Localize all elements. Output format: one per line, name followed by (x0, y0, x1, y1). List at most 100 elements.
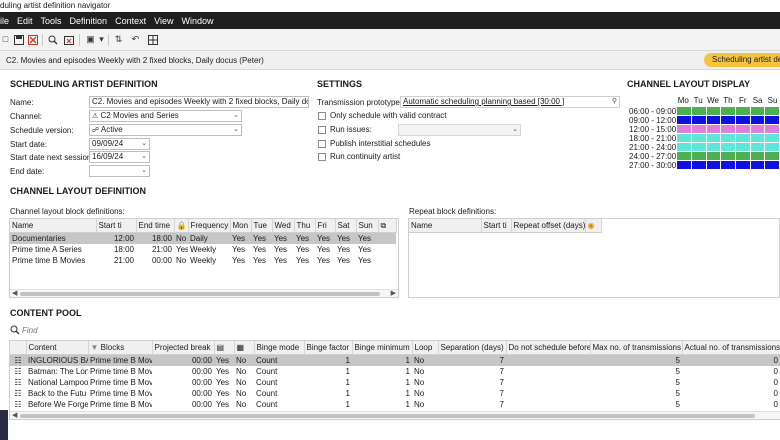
palette-icon[interactable]: ◉ (585, 219, 602, 233)
calendar-delete-icon[interactable] (63, 34, 74, 45)
layout-cell[interactable] (749, 151, 766, 161)
version-select[interactable]: ☍ Active ⌄ (89, 124, 242, 136)
layout-cell[interactable] (749, 115, 766, 125)
layout-cell[interactable] (764, 106, 780, 116)
run-issues-checkbox[interactable] (318, 126, 326, 134)
col-blocks[interactable]: ▼ Blocks (88, 341, 153, 355)
search-icon[interactable]: ⚲ (612, 97, 617, 107)
col-loop[interactable]: Loop (412, 341, 439, 355)
table-row[interactable]: ☷ National Lampoo Prime time B Mov 00:00 Yes… (10, 377, 780, 388)
layout-cell[interactable] (720, 115, 736, 125)
layout-cell[interactable] (734, 115, 751, 125)
layout-cell[interactable] (690, 142, 707, 152)
layout-cell[interactable] (676, 151, 692, 161)
start-date-field[interactable]: 09/09/24 ⌄ (89, 138, 150, 150)
search-icon[interactable] (47, 34, 58, 45)
layout-cell[interactable] (705, 115, 722, 125)
layout-cell[interactable] (690, 115, 707, 125)
col-thu[interactable]: Thu (294, 219, 316, 233)
publish-interstitial-checkbox[interactable] (318, 140, 326, 148)
layout-cell[interactable] (690, 151, 707, 161)
col-separation[interactable]: Separation (days) (438, 341, 507, 355)
col-name[interactable]: Name (10, 219, 97, 233)
delete-icon[interactable] (27, 34, 38, 45)
layout-cell[interactable] (734, 124, 751, 134)
layout-cell[interactable] (705, 124, 722, 134)
layout-cell[interactable] (734, 151, 751, 161)
sort-icon[interactable]: ⇅ (113, 34, 124, 45)
layout-cell[interactable] (734, 133, 751, 143)
col-binge-factor[interactable]: Binge factor (304, 341, 353, 355)
layout-cell[interactable] (705, 133, 722, 143)
col-binge-mode[interactable]: Binge mode (254, 341, 305, 355)
col-binge-minimum[interactable]: Binge minimum (352, 341, 413, 355)
layout-cell[interactable] (690, 106, 707, 116)
col-do-not-schedule[interactable]: Do not schedule before (506, 341, 591, 355)
table-row[interactable]: ☷ Back to the Futu Prime time B Mov 00:00 Ye… (10, 388, 780, 399)
menu-window[interactable]: Window (181, 16, 213, 26)
menu-context[interactable]: Context (115, 16, 146, 26)
document-icon[interactable]: ▣ (85, 34, 96, 45)
layout-cell[interactable] (720, 142, 736, 152)
layout-cell[interactable] (705, 142, 722, 152)
col-lock[interactable]: 🔒 (174, 219, 189, 233)
layout-cell[interactable] (720, 124, 736, 134)
find-input[interactable] (22, 325, 222, 336)
menu-tools[interactable]: Tools (41, 16, 62, 26)
undo-icon[interactable]: ↶ (130, 34, 141, 45)
menu-definition[interactable]: Definition (70, 16, 108, 26)
layout-cell[interactable] (705, 106, 722, 116)
run-issues-select[interactable]: ⌄ (398, 124, 521, 136)
layout-cell[interactable] (705, 160, 722, 170)
transmission-prototype-link[interactable]: Automatic scheduling planning based [30:… (403, 97, 564, 106)
layout-cell[interactable] (749, 142, 766, 152)
col-max-transmissions[interactable]: Max no. of transmissions (590, 341, 683, 355)
col-wed[interactable]: Wed (272, 219, 295, 233)
horizontal-scrollbar[interactable]: ◀ (10, 411, 780, 419)
col-content[interactable]: Content (26, 341, 89, 355)
col-projected-break[interactable]: Projected break (152, 341, 215, 355)
layout-cell[interactable] (690, 160, 707, 170)
layout-cell[interactable] (705, 151, 722, 161)
table-row[interactable]: Prime time B Movies 21:00 00:00 No Weekly Yes… (10, 255, 396, 266)
layout-cell[interactable] (690, 124, 707, 134)
col-fri[interactable]: Fri (315, 219, 336, 233)
layout-cell[interactable] (720, 133, 736, 143)
layout-cell[interactable] (734, 142, 751, 152)
table-row[interactable]: ☷ INGLORIOUS BA Prime time B Mov 00:00 Yes No… (10, 354, 780, 366)
layout-cell[interactable] (749, 106, 766, 116)
col-sat[interactable]: Sat (335, 219, 357, 233)
col-frequency[interactable]: Frequency (188, 219, 231, 233)
layout-cell[interactable] (749, 160, 766, 170)
chevron-down-icon[interactable]: ▾ (96, 34, 107, 45)
layout-cell[interactable] (720, 106, 736, 116)
layout-cell[interactable] (764, 142, 780, 152)
col-repeat-start[interactable]: Start ti (481, 219, 512, 233)
layout-cell[interactable] (676, 160, 692, 170)
layout-cell[interactable] (676, 106, 692, 116)
valid-contract-checkbox[interactable] (318, 112, 326, 120)
open-icon[interactable]: □ (0, 34, 11, 45)
col-end[interactable]: End time (136, 219, 175, 233)
layout-cell[interactable] (676, 133, 692, 143)
next-session-field[interactable]: 16/09/24 ⌄ (89, 151, 150, 163)
layout-cell[interactable] (764, 115, 780, 125)
transmission-prototype-field[interactable]: Automatic scheduling planning based [30:… (400, 96, 620, 108)
layout-cell[interactable] (690, 133, 707, 143)
layout-cell[interactable] (764, 133, 780, 143)
col-sun[interactable]: Sun (356, 219, 379, 233)
layout-cell[interactable] (764, 151, 780, 161)
table-row[interactable]: Documentaries 12:00 18:00 No Daily Yes Yes Yes Y… (10, 232, 396, 244)
copy-icon[interactable]: ⧉ (378, 219, 397, 233)
table-row[interactable]: ☷ Before We Forget Prime time B Mov 00:00 Ye… (10, 399, 780, 410)
layout-cell[interactable] (720, 160, 736, 170)
layout-cell[interactable] (764, 124, 780, 134)
col-tue[interactable]: Tue (251, 219, 273, 233)
menu-view[interactable]: View (154, 16, 173, 26)
col-repeat-offset[interactable]: Repeat offset (days) (511, 219, 586, 233)
col-document[interactable]: ▤ (214, 341, 235, 355)
layout-icon[interactable] (147, 34, 158, 45)
name-field[interactable]: C2. Movies and episodes Weekly with 2 fi… (89, 96, 309, 108)
layout-cell[interactable] (764, 160, 780, 170)
layout-cell[interactable] (676, 115, 692, 125)
